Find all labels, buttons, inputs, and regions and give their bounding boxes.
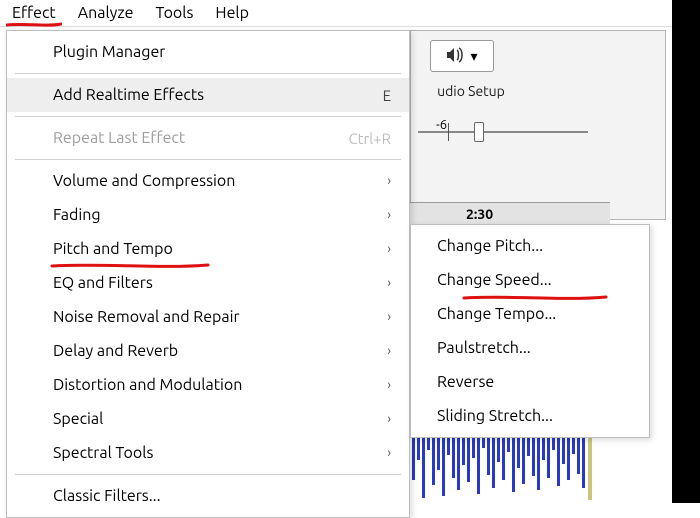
window-edge-strip bbox=[672, 0, 700, 503]
menu-item-label: Delay and Reverb bbox=[53, 342, 178, 360]
menu-item-delay-reverb[interactable]: Delay and Reverb › bbox=[7, 334, 409, 368]
chevron-right-icon: › bbox=[387, 344, 391, 358]
menu-item-shortcut: Ctrl+R bbox=[348, 130, 391, 147]
menu-item-distortion-modulation[interactable]: Distortion and Modulation › bbox=[7, 368, 409, 402]
menubar-item-tools[interactable]: Tools bbox=[155, 4, 193, 22]
menu-item-repeat-last-effect: Repeat Last Effect Ctrl+R bbox=[7, 121, 409, 155]
menu-item-label: Special bbox=[53, 410, 103, 428]
menu-item-label: Add Realtime Effects bbox=[53, 86, 204, 104]
waveform-preview bbox=[410, 430, 610, 500]
menu-item-label: Reverse bbox=[437, 373, 494, 391]
submenu-item-reverse[interactable]: Reverse bbox=[411, 365, 649, 399]
menu-item-label: Repeat Last Effect bbox=[53, 129, 185, 147]
menu-item-classic-filters[interactable]: Classic Filters... bbox=[7, 479, 409, 513]
menu-separator bbox=[15, 159, 401, 160]
chevron-right-icon: › bbox=[387, 378, 391, 392]
menubar: Effect Analyze Tools Help bbox=[0, 0, 700, 27]
menubar-item-effect[interactable]: Effect bbox=[12, 4, 56, 22]
menu-item-volume-compression[interactable]: Volume and Compression › bbox=[7, 164, 409, 198]
timeline-ruler[interactable]: 2:30 bbox=[410, 202, 610, 226]
menu-item-plugin-manager[interactable]: Plugin Manager bbox=[7, 35, 409, 69]
menu-item-label: Change Speed... bbox=[437, 271, 552, 289]
chevron-right-icon: › bbox=[387, 174, 391, 188]
chevron-right-icon: › bbox=[387, 310, 391, 324]
slider-tick bbox=[448, 123, 449, 141]
menu-item-label: Paulstretch... bbox=[437, 339, 531, 357]
menu-item-label: Volume and Compression bbox=[53, 172, 235, 190]
menu-item-shortcut: E bbox=[383, 87, 391, 104]
menu-separator bbox=[15, 474, 401, 475]
menu-item-label: Change Pitch... bbox=[437, 237, 543, 255]
menu-item-label: Distortion and Modulation bbox=[53, 376, 242, 394]
submenu-item-change-pitch[interactable]: Change Pitch... bbox=[411, 229, 649, 263]
timeline-marker-label: 2:30 bbox=[466, 206, 493, 222]
chevron-right-icon: › bbox=[387, 242, 391, 256]
chevron-right-icon: › bbox=[387, 208, 391, 222]
menu-separator bbox=[15, 116, 401, 117]
slider-thumb[interactable] bbox=[474, 122, 484, 142]
pitch-tempo-submenu: Change Pitch... Change Speed... Change T… bbox=[410, 224, 650, 438]
gain-slider[interactable]: -6 bbox=[418, 120, 588, 144]
menu-item-special[interactable]: Special › bbox=[7, 402, 409, 436]
submenu-item-sliding-stretch[interactable]: Sliding Stretch... bbox=[411, 399, 649, 433]
audio-setup-button[interactable]: udio Setup bbox=[418, 78, 524, 104]
slider-tick-label: -6 bbox=[436, 118, 447, 132]
menu-item-label: Noise Removal and Repair bbox=[53, 308, 240, 326]
menu-item-add-realtime-effects[interactable]: Add Realtime Effects E bbox=[7, 78, 409, 112]
speaker-icon bbox=[446, 47, 466, 66]
effect-menu-dropdown: Plugin Manager Add Realtime Effects E Re… bbox=[6, 30, 410, 518]
menu-separator bbox=[15, 73, 401, 74]
dropdown-caret-icon: ▾ bbox=[470, 48, 477, 65]
playback-volume-button[interactable]: ▾ bbox=[430, 40, 494, 72]
menu-item-eq-and-filters[interactable]: EQ and Filters › bbox=[7, 266, 409, 300]
menu-item-label: Pitch and Tempo bbox=[53, 240, 173, 258]
menu-item-label: Fading bbox=[53, 206, 101, 224]
submenu-item-paulstretch[interactable]: Paulstretch... bbox=[411, 331, 649, 365]
menu-item-label: Classic Filters... bbox=[53, 487, 161, 505]
menu-item-label: EQ and Filters bbox=[53, 274, 153, 292]
menubar-item-analyze[interactable]: Analyze bbox=[78, 4, 134, 22]
menu-item-spectral-tools[interactable]: Spectral Tools › bbox=[7, 436, 409, 470]
chevron-right-icon: › bbox=[387, 412, 391, 426]
menu-item-pitch-and-tempo[interactable]: Pitch and Tempo › bbox=[7, 232, 409, 266]
chevron-right-icon: › bbox=[387, 276, 391, 290]
submenu-item-change-speed[interactable]: Change Speed... bbox=[411, 263, 649, 297]
menu-item-fading[interactable]: Fading › bbox=[7, 198, 409, 232]
menu-item-label: Change Tempo... bbox=[437, 305, 556, 323]
menu-item-label: Sliding Stretch... bbox=[437, 407, 553, 425]
chevron-right-icon: › bbox=[387, 446, 391, 460]
menu-item-noise-removal[interactable]: Noise Removal and Repair › bbox=[7, 300, 409, 334]
menu-item-label: Spectral Tools bbox=[53, 444, 153, 462]
audio-setup-label: udio Setup bbox=[437, 83, 505, 99]
submenu-item-change-tempo[interactable]: Change Tempo... bbox=[411, 297, 649, 331]
menu-item-label: Plugin Manager bbox=[53, 43, 165, 61]
menubar-item-help[interactable]: Help bbox=[215, 4, 249, 22]
